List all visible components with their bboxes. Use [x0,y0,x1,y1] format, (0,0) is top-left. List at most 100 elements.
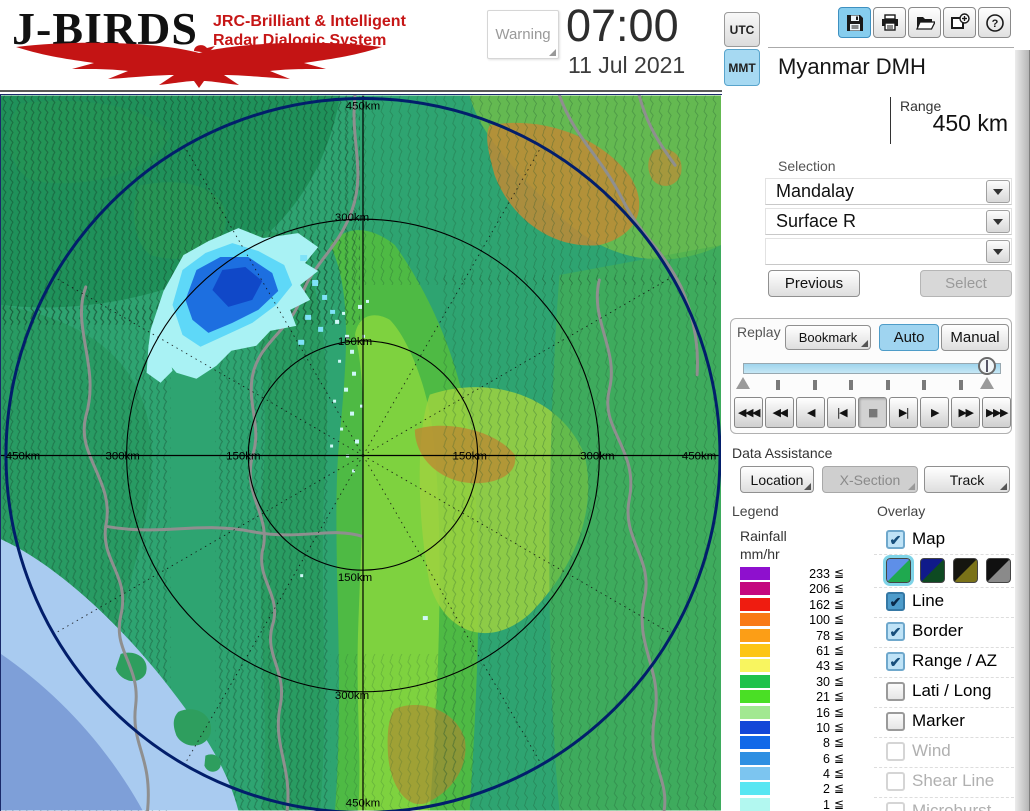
legend-swatch [740,643,770,657]
replay-play-forward-button[interactable]: ▶ [920,397,949,428]
overlay-row-range-az[interactable]: ✔ Range / AZ [874,647,1014,677]
legend-entry: 233 ≦ [740,566,870,581]
overlay-label-microburst: Microburst [912,801,992,811]
svg-text:450km: 450km [682,450,716,462]
replay-fast-forward-button[interactable]: ▶▶ [951,397,980,428]
svg-text:150km: 150km [338,572,372,584]
overlay-row-map[interactable]: ✔ Map [874,526,1014,554]
map-style-swatch-2[interactable] [920,558,945,583]
legend-entry: 61 ≦ [740,642,870,658]
legend-entry: 8 ≦ [740,735,870,750]
help-button[interactable]: ? [978,7,1011,38]
legend-swatch [740,628,770,642]
svg-text:450km: 450km [346,798,380,810]
legend-entry: 6 ≦ [740,751,870,766]
map-style-swatch-1[interactable] [883,555,914,586]
lte-symbol: ≦ [834,735,845,750]
map-checkbox[interactable]: ✔ [886,530,905,549]
lte-symbol: ≦ [834,766,845,781]
open-folder-button[interactable] [908,7,941,38]
site-dropdown-arrow-button[interactable] [986,180,1010,203]
lte-symbol: ≦ [834,689,845,704]
replay-label: Replay [737,324,781,340]
save-button[interactable] [838,7,871,38]
replay-group: Replay Bookmark Auto Manual ◀◀◀ ◀◀ ◀ |◀ [730,318,1012,434]
overlay-row-marker[interactable]: Marker [874,707,1014,737]
help-icon: ? [985,13,1004,32]
lati-long-checkbox[interactable] [886,682,905,701]
product-dropdown-arrow-button[interactable] [986,210,1010,233]
overlay-label-lati-long: Lati / Long [912,681,992,700]
legend-value: 206 [809,582,830,597]
replay-jump-backward-button[interactable]: ◀◀◀ [734,397,763,428]
svg-text:300km: 300km [335,690,369,702]
track-button[interactable]: Track [924,466,1010,493]
option-dropdown-arrow-button[interactable] [986,240,1010,263]
legend-value: 78 [816,628,830,643]
station-name: Myanmar DMH [778,54,926,79]
border-checkbox[interactable]: ✔ [886,622,905,641]
location-button[interactable]: Location [740,466,814,493]
legend-section-label: Legend [732,503,779,519]
corner-menu-icon [861,340,868,347]
legend-swatch [740,597,770,611]
previous-button[interactable]: Previous [768,270,860,297]
range-value: 450 km [932,110,1008,136]
legend-entry: 30 ≦ [740,674,870,689]
marker-checkbox[interactable] [886,712,905,731]
overlay-row-lati-long[interactable]: Lati / Long [874,677,1014,707]
add-capture-icon [950,12,970,29]
legend-unit-line1: Rainfall [740,528,787,544]
manual-mode-button[interactable]: Manual [941,324,1009,351]
selection-label: Selection [778,158,836,174]
overlay-label-border: Border [912,621,964,640]
legend-value: 1 [823,797,830,811]
chevron-down-icon [993,248,1003,255]
legend-value: 61 [816,643,830,658]
add-capture-button[interactable] [943,7,976,38]
lte-symbol: ≦ [834,719,845,734]
overlay-label-map: Map [912,529,946,548]
legend-entry: 21 ≦ [740,689,870,704]
replay-slider-handle[interactable] [978,357,996,375]
lte-symbol: ≦ [834,642,845,657]
xsection-button[interactable]: X-Section [822,466,918,493]
overlay-label-range-az: Range / AZ [912,651,998,670]
replay-step-forward-button[interactable]: ▶| [889,397,918,428]
auto-mode-button[interactable]: Auto [879,324,939,351]
overlay-row-border[interactable]: ✔ Border [874,617,1014,647]
slider-start-marker [736,377,750,389]
range-az-checkbox[interactable]: ✔ [886,652,905,671]
map-style-swatch-3[interactable] [953,558,978,583]
legend-swatch [740,674,770,688]
overlay-row-wind: Wind [874,737,1014,767]
print-button[interactable] [873,7,906,38]
utc-toggle-button[interactable]: UTC [724,12,760,47]
product-dropdown[interactable]: Surface R [765,208,1012,235]
overlay-label-shear-line: Shear Line [912,771,995,790]
replay-fast-backward-button[interactable]: ◀◀ [765,397,794,428]
radar-map[interactable]: 450km 300km 150km 150km 300km 450km 450k… [0,94,722,811]
overlay-row-shear-line: Shear Line [874,767,1014,797]
location-button-label: Location [750,471,804,488]
lte-symbol: ≦ [834,781,845,796]
slider-end-marker [980,377,994,389]
replay-jump-forward-button[interactable]: ▶▶▶ [982,397,1011,428]
replay-stop-button[interactable]: ■ [858,397,887,428]
overlay-row-line[interactable]: ✔ Line [874,587,1014,617]
replay-step-backward-button[interactable]: |◀ [827,397,856,428]
bookmark-button[interactable]: Bookmark [785,325,871,350]
warning-button[interactable]: Warning [487,10,559,59]
microburst-checkbox [886,802,905,811]
line-checkbox[interactable]: ✔ [886,592,905,611]
header-rule [0,90,757,92]
mmt-toggle-button[interactable]: MMT [724,49,760,86]
option-dropdown[interactable] [765,238,1012,265]
site-dropdown[interactable]: Mandalay [765,178,1012,205]
map-style-swatch-4[interactable] [986,558,1011,583]
select-button[interactable]: Select [920,270,1012,297]
replay-slider-track[interactable] [743,363,1001,374]
replay-play-backward-button[interactable]: ◀ [796,397,825,428]
panel-edge-splitter[interactable] [1014,50,1030,811]
overlay-section-label: Overlay [877,503,926,519]
